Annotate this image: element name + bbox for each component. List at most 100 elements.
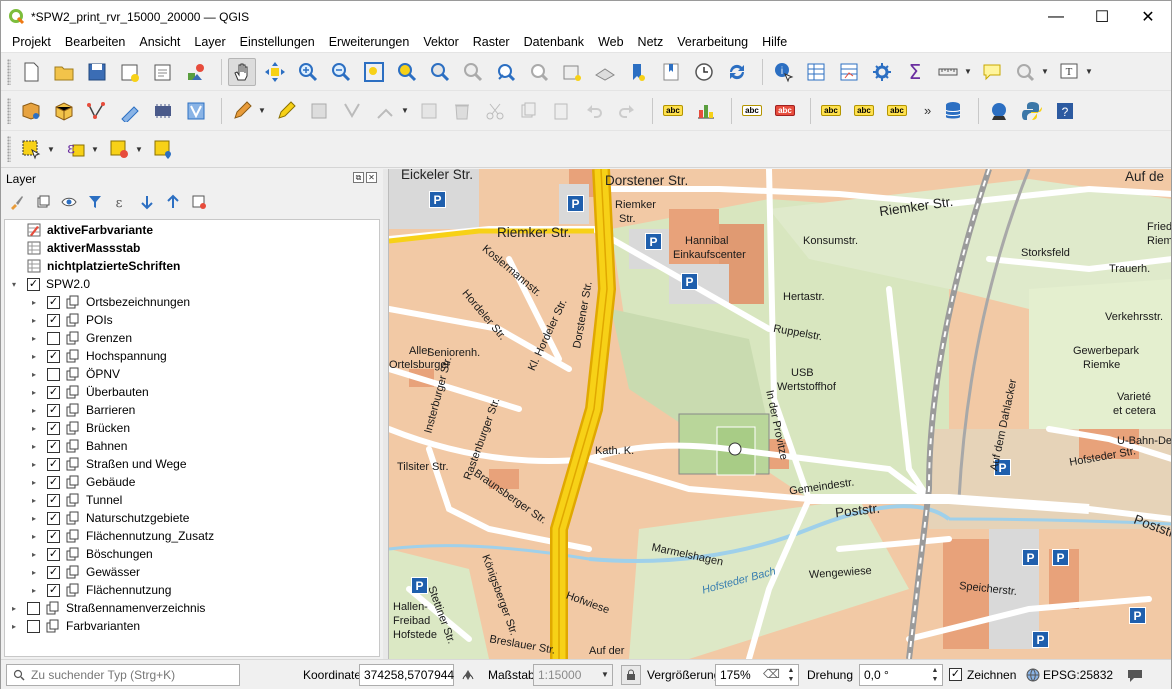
change-label-button[interactable]: abc xyxy=(883,97,911,125)
expression-dropdown-icon[interactable]: ▼ xyxy=(91,135,99,163)
layer-visibility-checkbox[interactable] xyxy=(47,367,60,381)
zoom-full-button[interactable] xyxy=(360,58,388,86)
vertex-dropdown-icon[interactable]: ▼ xyxy=(401,97,409,125)
measure-dropdown-icon[interactable]: ▼ xyxy=(964,58,972,86)
close-button[interactable]: ✕ xyxy=(1125,1,1171,32)
attribute-table-button[interactable] xyxy=(802,58,830,86)
manage-visibility-button[interactable] xyxy=(59,192,79,212)
coordinate-toggle-icon[interactable] xyxy=(458,665,478,685)
menu-vektor[interactable]: Vektor xyxy=(416,32,465,52)
pin-labels-button[interactable]: abc xyxy=(738,97,766,125)
layer-tree-item[interactable]: ▸ ✓ Straßen und Wege xyxy=(5,455,379,473)
expand-arrow-icon[interactable]: ▸ xyxy=(9,604,19,613)
layer-tree-item[interactable]: nichtplatzierteSchriften xyxy=(5,257,379,275)
save-project-button[interactable] xyxy=(83,58,111,86)
menu-einstellungen[interactable]: Einstellungen xyxy=(233,32,322,52)
zoom-next-button[interactable] xyxy=(525,58,553,86)
expand-arrow-icon[interactable]: ▸ xyxy=(29,370,39,379)
layer-tree-item[interactable]: ▸ Grenzen xyxy=(5,329,379,347)
edit-pencil-button[interactable] xyxy=(272,97,300,125)
crs-button[interactable]: EPSG:25832 xyxy=(1043,668,1113,682)
locator-button[interactable] xyxy=(1011,58,1039,86)
expand-arrow-icon[interactable]: ▸ xyxy=(29,514,39,523)
locator-search-input[interactable]: Zu suchender Typ (Strg+K) xyxy=(6,664,240,686)
deselect-features-button[interactable] xyxy=(105,135,133,163)
move-label-button[interactable]: abc xyxy=(817,97,845,125)
filter-by-expression-button[interactable]: ε xyxy=(111,192,131,212)
db-manager-button[interactable] xyxy=(939,97,967,125)
expand-arrow-icon[interactable]: ▸ xyxy=(29,424,39,433)
layer-visibility-checkbox[interactable]: ✓ xyxy=(47,547,60,561)
layer-tree-item[interactable]: ▸ ✓ Ortsbezeichnungen xyxy=(5,293,379,311)
expand-arrow-icon[interactable]: ▸ xyxy=(29,316,39,325)
menu-bearbeiten[interactable]: Bearbeiten xyxy=(58,32,132,52)
menu-raster[interactable]: Raster xyxy=(466,32,517,52)
layer-tree-item[interactable]: ▸ ✓ Naturschutzgebiete xyxy=(5,509,379,527)
expand-all-button[interactable] xyxy=(137,192,157,212)
delete-selected-button[interactable] xyxy=(448,97,476,125)
layer-tree-item[interactable]: aktiverMassstab xyxy=(5,239,379,257)
layer-tree-item[interactable]: ▸ ✓ Flächennutzung_Zusatz xyxy=(5,527,379,545)
menu-ansicht[interactable]: Ansicht xyxy=(132,32,187,52)
maximize-button[interactable]: ☐ xyxy=(1079,1,1125,32)
undo-button[interactable] xyxy=(580,97,608,125)
vertex-tool-button[interactable] xyxy=(371,97,399,125)
expand-arrow-icon[interactable]: ▸ xyxy=(29,334,39,343)
new-bookmark-button[interactable] xyxy=(624,58,652,86)
render-checkbox[interactable]: ✓ xyxy=(949,668,962,681)
layer-tree-item[interactable]: ▸ ✓ Bahnen xyxy=(5,437,379,455)
scale-lock-icon[interactable] xyxy=(621,665,641,685)
minimize-button[interactable]: — xyxy=(1033,1,1079,32)
menu-web[interactable]: Web xyxy=(591,32,630,52)
layer-visibility-checkbox[interactable]: ✓ xyxy=(47,313,60,327)
layer-tree-item[interactable]: ▸ ✓ Flächennutzung xyxy=(5,581,379,599)
filter-legend-button[interactable] xyxy=(85,192,105,212)
layer-tree-item[interactable]: ▸ ✓ Gebäude xyxy=(5,473,379,491)
deselect-dropdown-icon[interactable]: ▼ xyxy=(135,135,143,163)
zoom-to-layer-button[interactable] xyxy=(426,58,454,86)
layer-visibility-checkbox[interactable] xyxy=(47,331,60,345)
cut-features-button[interactable] xyxy=(481,97,509,125)
layer-visibility-checkbox[interactable]: ✓ xyxy=(47,493,60,507)
new-3d-view-button[interactable] xyxy=(591,58,619,86)
expand-arrow-icon[interactable]: ▸ xyxy=(29,586,39,595)
layer-visibility-checkbox[interactable]: ✓ xyxy=(47,583,60,597)
style-manager-button[interactable] xyxy=(182,58,210,86)
select-by-expression-button[interactable]: ε xyxy=(61,135,89,163)
layer-tree-item[interactable]: ▸ ✓ Überbauten xyxy=(5,383,379,401)
annotation-dropdown-icon[interactable]: ▼ xyxy=(1085,58,1093,86)
layer-tree-item[interactable]: ▸ ✓ Böschungen xyxy=(5,545,379,563)
menu-projekt[interactable]: Projekt xyxy=(5,32,58,52)
close-panel-icon[interactable]: ✕ xyxy=(366,172,377,183)
undock-panel-icon[interactable]: ⧉ xyxy=(353,172,364,183)
locator-dropdown-icon[interactable]: ▼ xyxy=(1041,58,1049,86)
magnifier-spin-icon[interactable]: ▲ ▼ xyxy=(785,666,797,684)
new-geopackage-layer-button[interactable] xyxy=(50,97,78,125)
show-bookmarks-button[interactable] xyxy=(657,58,685,86)
layer-tree-item[interactable]: aktiveFarbvariante xyxy=(5,221,379,239)
field-calculator-button[interactable] xyxy=(835,58,863,86)
pan-to-selection-button[interactable] xyxy=(261,58,289,86)
layer-tree-item[interactable]: ▸ ✓ Tunnel xyxy=(5,491,379,509)
text-annotation-button[interactable]: T xyxy=(1055,58,1083,86)
layer-tree-item[interactable]: ▸ Farbvarianten xyxy=(5,617,379,635)
digitize-vertex-button[interactable] xyxy=(83,97,111,125)
layer-visibility-checkbox[interactable]: ✓ xyxy=(47,421,60,435)
layout-manager-button[interactable] xyxy=(149,58,177,86)
crs-icon[interactable] xyxy=(1023,665,1043,685)
messages-icon[interactable] xyxy=(1125,665,1145,685)
expand-arrow-icon[interactable]: ▸ xyxy=(29,442,39,451)
layer-tree-item[interactable]: ▸ ÖPNV xyxy=(5,365,379,383)
expand-arrow-icon[interactable]: ▸ xyxy=(29,352,39,361)
layer-tree-item[interactable]: ▸ ✓ Brücken xyxy=(5,419,379,437)
expand-arrow-icon[interactable]: ▸ xyxy=(29,568,39,577)
layer-visibility-checkbox[interactable]: ✓ xyxy=(47,475,60,489)
toolbar-grip[interactable] xyxy=(7,136,11,162)
collapse-arrow-icon[interactable]: ▾ xyxy=(9,280,19,289)
zoom-native-button[interactable] xyxy=(459,58,487,86)
layer-visibility-checkbox[interactable]: ✓ xyxy=(47,349,60,363)
map-tips-button[interactable] xyxy=(978,58,1006,86)
scale-dropdown-icon[interactable]: ▼ xyxy=(599,666,611,684)
layer-tree-item[interactable]: ▸ ✓ Hochspannung xyxy=(5,347,379,365)
statistics-button[interactable]: Σ xyxy=(901,58,929,86)
